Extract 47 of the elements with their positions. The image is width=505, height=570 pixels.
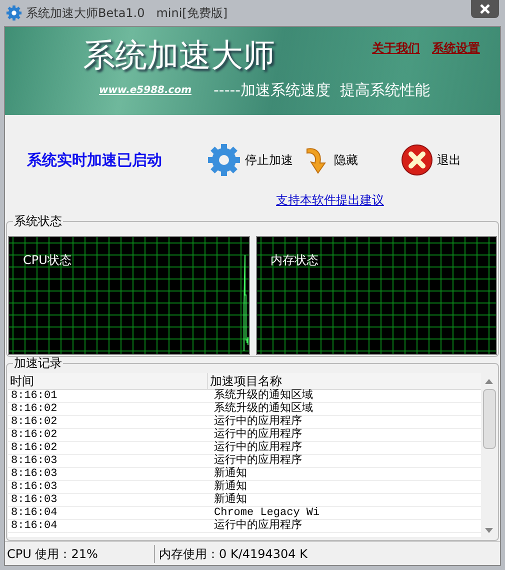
column-header[interactable]: 时间 — [8, 373, 208, 389]
time-cell-text: 8:16:03 — [10, 481, 58, 493]
time-cell-text: 8:16:04 — [10, 507, 58, 519]
item-name-cell-text: 新通知 — [213, 468, 247, 480]
cpu-usage: CPU 使用：21% — [5, 544, 155, 562]
monitor-label: CPU状态 — [23, 252, 72, 269]
group-title: 系统状态 — [13, 215, 63, 228]
time-cell-text: 8:16:03 — [10, 494, 58, 506]
item-name-cell-text: 运行中的应用程序 — [213, 442, 302, 454]
memory-usage: 内存使用：0 K/4194304 K — [158, 546, 308, 562]
item-name-cell-text: 运行中的应用程序 — [213, 429, 302, 441]
scroll-up-icon — [485, 379, 493, 384]
close-icon — [401, 144, 433, 176]
item-name-cell-text: 系统升级的通知区域 — [213, 390, 313, 402]
close-icon — [480, 4, 490, 14]
feedback-link[interactable]: 支持本软件提出建议 — [276, 191, 500, 209]
item-name-cell-text: 新通知 — [213, 494, 247, 506]
time-cell-text: 8:16:03 — [10, 455, 58, 467]
time-cell-text: 8:16:02 — [10, 442, 58, 454]
item-name-cell-text: Chrome Legacy Wi — [213, 507, 320, 519]
gear-icon — [207, 143, 241, 177]
item-name-cell-text: 系统升级的通知区域 — [213, 403, 313, 415]
scrollbar[interactable] — [481, 373, 497, 537]
item-name-cell-text: 新通知 — [213, 481, 247, 493]
window-title: 系统加速大师Beta1.0 mini[免费版] — [26, 5, 228, 22]
scroll-down-icon — [485, 528, 493, 533]
item-name-cell-text: 运行中的应用程序 — [213, 520, 302, 532]
close-button[interactable] — [471, 0, 499, 18]
item-name-cell-text: 运行中的应用程序 — [213, 455, 302, 467]
time-cell-text: 8:16:01 — [10, 390, 58, 402]
time-cell-text: 8:16:02 — [10, 416, 58, 428]
time-cell-text: 8:16:03 — [10, 468, 58, 480]
action-button[interactable]: 停止加速 — [207, 143, 304, 177]
banner-title: 系统加速大师 — [83, 35, 275, 75]
status-message: 系统实时加速已启动 — [27, 150, 163, 171]
banner-slogan: -----加速系统速度 提高系统性能 — [214, 80, 430, 101]
time-cell-text: 8:16:02 — [10, 429, 58, 441]
action-button[interactable]: 隐藏 — [304, 145, 401, 175]
group-title: 加速记录 — [13, 357, 63, 370]
item-name-cell-text: 运行中的应用程序 — [213, 416, 302, 428]
gear-icon — [6, 5, 22, 21]
monitor-label: 内存状态 — [270, 252, 318, 269]
scrollbar-thumb[interactable] — [482, 389, 496, 449]
time-cell-text: 8:16:04 — [10, 520, 58, 532]
time-cell-text: 8:16:02 — [10, 403, 58, 415]
action-button[interactable]: 退出 — [401, 144, 498, 176]
column-header[interactable]: 加速项目名称 — [208, 373, 481, 389]
